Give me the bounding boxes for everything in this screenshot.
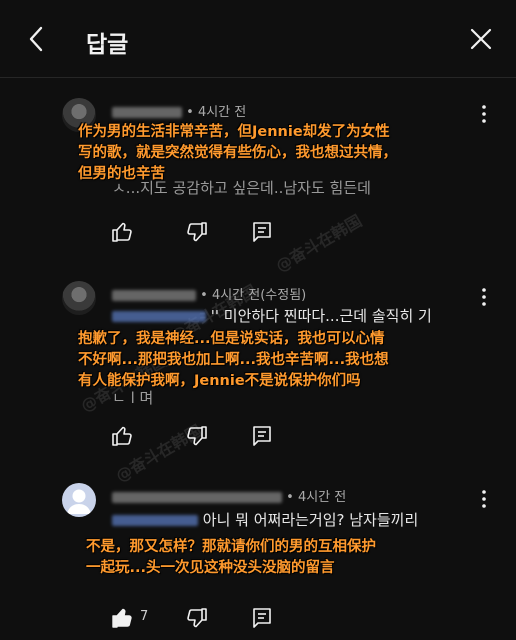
blurred-mention bbox=[112, 311, 206, 322]
close-icon[interactable] bbox=[470, 28, 492, 50]
dislike-icon[interactable] bbox=[185, 424, 209, 448]
dislike-icon[interactable] bbox=[185, 606, 209, 630]
more-options-icon[interactable] bbox=[474, 489, 494, 509]
more-options-icon[interactable] bbox=[474, 104, 494, 124]
page-title: 답글 bbox=[86, 32, 129, 58]
like-icon[interactable] bbox=[110, 424, 134, 448]
avatar[interactable] bbox=[62, 281, 96, 315]
comment-time: • 4시간 전(수정됨) bbox=[200, 288, 307, 303]
avatar[interactable] bbox=[62, 483, 96, 517]
comment-meta: • 4시간 전(수정됨) bbox=[112, 284, 306, 303]
comment-actions bbox=[110, 220, 290, 244]
like-count: 7 bbox=[140, 609, 149, 624]
blurred-username bbox=[112, 107, 182, 118]
more-options-icon[interactable] bbox=[474, 287, 494, 307]
reply-icon[interactable] bbox=[250, 220, 274, 244]
translation-overlay: 抱歉了，我是神经...但是说实话，我也可以心情 不好啊...那把我也加上啊...… bbox=[78, 331, 389, 389]
like-icon[interactable] bbox=[110, 220, 134, 244]
translation-overlay: 不是，那又怎样？那就请你们的男的互相保护 一起玩...头一次见这种没头没脑的留言 bbox=[86, 539, 376, 576]
reply-icon[interactable] bbox=[250, 606, 274, 630]
comment-actions bbox=[110, 424, 290, 448]
reply-icon[interactable] bbox=[250, 424, 274, 448]
comment-actions: 7 bbox=[110, 606, 290, 630]
translation-overlay: 作为男的生活非常辛苦，但Jennie却发了为女性 写的歌，就是突然觉得有些伤心，… bbox=[78, 124, 397, 182]
comment-meta: • 4시간 전 bbox=[112, 101, 246, 120]
comment-text: '' 미안하다 찐따다...근데 솔직히 기 bbox=[112, 306, 432, 326]
back-arrow-icon[interactable] bbox=[22, 24, 52, 54]
comment-time: • 4시간 전 bbox=[286, 490, 347, 505]
header-bar: 답글 bbox=[0, 0, 516, 78]
blurred-username bbox=[112, 492, 282, 503]
comment-meta: • 4시간 전 bbox=[112, 486, 346, 505]
comment-text: 아니 뭐 어쩌라는거임? 남자들끼리 bbox=[112, 510, 418, 530]
like-icon-filled[interactable] bbox=[110, 606, 134, 630]
blurred-mention bbox=[112, 515, 198, 526]
dislike-icon[interactable] bbox=[185, 220, 209, 244]
comment-time: • 4시간 전 bbox=[186, 105, 247, 120]
blurred-username bbox=[112, 290, 196, 301]
default-avatar-icon bbox=[67, 489, 91, 514]
